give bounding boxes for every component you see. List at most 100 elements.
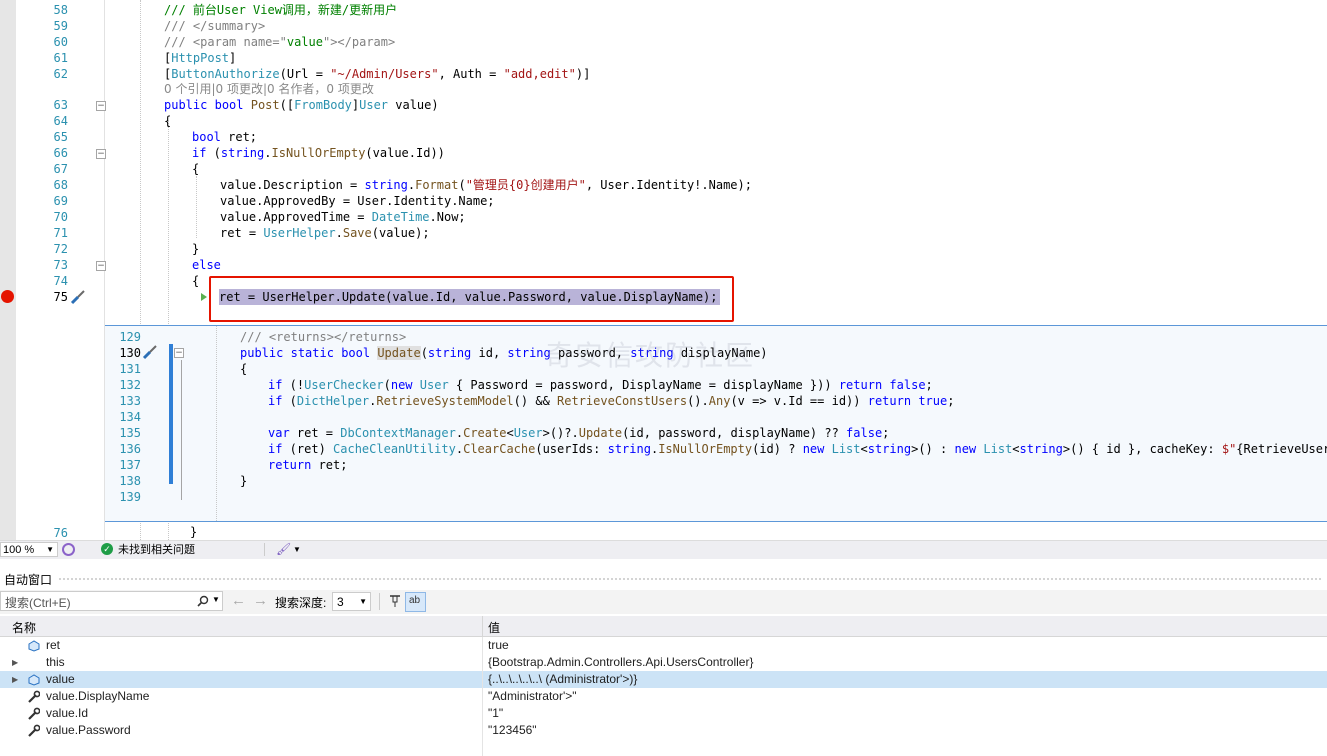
collapse-icon[interactable]: − [174,348,184,358]
peek-line-number: 130 [119,346,141,360]
code-line[interactable]: } [190,524,197,540]
expand-arrow-icon[interactable]: ▶ [12,671,18,688]
peek-definition[interactable]: 129 130 131 132 133 134 135 136 137 138 … [105,325,1327,522]
line-number: 66 [53,146,68,160]
variable-value[interactable]: "Administrator'>" [488,688,577,705]
code-line[interactable]: return ret; [268,457,347,473]
code-editor[interactable]: 58 59 60 61 62 63 64 65 66 67 68 69 70 7… [0,0,1327,540]
fold-guide [181,360,182,500]
code-line[interactable]: /// </summary> [164,18,265,34]
autos-title: 自动窗口 [4,573,53,587]
line-number: 58 [53,3,68,17]
play-arrow-icon [201,293,207,301]
code-line[interactable]: var ret = DbContextManager.Create<User>(… [268,425,889,441]
collapse-icon[interactable]: − [96,261,106,271]
brush-icon[interactable] [69,289,87,305]
depth-dropdown[interactable]: 3 ▼ [332,592,371,611]
code-line[interactable]: { [192,161,199,177]
code-line[interactable]: value.Description = string.Format("管理员{0… [220,177,752,193]
chevron-down-icon: ▼ [359,597,367,606]
code-line[interactable]: /// 前台User View调用，新建/更新用户 [164,2,397,18]
code-line[interactable]: bool ret; [192,129,257,145]
code-line[interactable]: { [164,113,171,129]
autos-row-selected[interactable]: ▶ value {..\..\..\..\..\ (Administrator'… [0,671,1327,688]
code-line[interactable]: value.ApprovedBy = User.Identity.Name; [220,193,495,209]
expand-arrow-icon[interactable]: ▶ [12,654,18,671]
red-highlight-box [209,276,734,322]
pin-icon[interactable] [387,593,403,609]
intellicode-icon[interactable] [62,543,75,556]
column-header-value[interactable]: 值 [488,619,500,636]
code-line[interactable]: [HttpPost] [164,50,236,66]
variable-value[interactable]: true [488,637,509,654]
autos-row[interactable]: value.Id "1" [0,705,1327,722]
column-divider[interactable] [482,616,483,636]
code-line[interactable]: /// <param name="value"></param> [164,34,395,50]
line-number: 61 [53,51,68,65]
code-line[interactable]: if (!UserChecker(new User { Password = p… [268,377,933,393]
code-line[interactable]: { [192,273,199,289]
variable-name: value.Id [46,706,89,720]
breakpoint-icon[interactable] [1,290,14,303]
field-icon [28,674,40,686]
zoom-dropdown[interactable]: 100 % ▼ [0,542,58,557]
editor-status-bar: 100 % ▼ ✓ 未找到相关问题 🖌 ▼ [0,540,1327,559]
indent-guide [196,176,197,238]
hex-icon: ab [409,595,421,606]
code-line[interactable]: { [240,361,247,377]
variable-name: ret [46,638,61,652]
back-arrow-icon[interactable]: ← [231,592,246,609]
variable-value[interactable]: "1" [488,705,503,722]
peek-line-number: 129 [119,330,141,344]
code-line[interactable]: value.ApprovedTime = DateTime.Now; [220,209,466,225]
search-input[interactable]: 搜索(Ctrl+E) [5,594,71,611]
autos-row[interactable]: ▶ this {Bootstrap.Admin.Controllers.Api.… [0,654,1327,671]
forward-arrow-icon[interactable]: → [253,592,268,609]
brush-icon[interactable]: 🖌 [276,541,291,557]
brush-icon[interactable] [141,344,159,360]
peek-line-number: 137 [119,458,141,472]
code-line[interactable]: /// <returns></returns> [240,329,406,345]
code-line[interactable]: else [192,257,221,273]
autos-row[interactable]: ret true [0,637,1327,654]
line-number: 76 [53,526,68,540]
hex-toggle[interactable]: ab [405,592,426,612]
field-icon [28,640,40,652]
code-line[interactable]: public bool Post([FromBody]User value) [164,97,439,113]
check-icon: ✓ [101,543,113,555]
line-number: 73 [53,258,68,272]
code-line[interactable]: if (ret) CacheCleanUtility.ClearCache(us… [268,441,1327,457]
line-number: 71 [53,226,68,240]
divider [379,593,380,610]
variable-value[interactable]: {Bootstrap.Admin.Controllers.Api.UsersCo… [488,654,753,671]
search-box[interactable]: 搜索(Ctrl+E) ▼ [0,591,223,611]
autos-row[interactable]: value.DisplayName "Administrator'>" [0,688,1327,705]
line-number: 59 [53,19,68,33]
variable-value[interactable]: "123456" [488,722,537,739]
chevron-down-icon[interactable]: ▼ [212,595,220,604]
line-number: 72 [53,242,68,256]
variable-name: value.Password [46,723,131,737]
collapse-icon[interactable]: − [96,149,106,159]
codelens[interactable]: 0 个引用|0 项更改|0 名作者，0 项更改 [164,81,374,97]
issues-status[interactable]: 未找到相关问题 [118,542,195,558]
code-line[interactable]: ret = UserHelper.Save(value); [220,225,430,241]
code-line[interactable]: [ButtonAuthorize(Url = "~/Admin/Users", … [164,66,590,82]
wrench-icon [28,690,40,703]
code-line[interactable]: } [240,473,247,489]
chevron-down-icon[interactable]: ▼ [293,542,301,558]
variable-value[interactable]: {..\..\..\..\..\ (Administrator'>)} [488,671,637,688]
autos-window-title-bar[interactable]: 自动窗口 [0,568,1327,588]
code-line[interactable]: if (DictHelper.RetrieveSystemModel() && … [268,393,954,409]
peek-line-number: 134 [119,410,141,424]
collapse-icon[interactable]: − [96,101,106,111]
depth-value: 3 [337,595,344,609]
column-header-name[interactable]: 名称 [12,619,36,636]
code-line[interactable]: } [192,241,199,257]
autos-row[interactable]: value.Password "123456" [0,722,1327,739]
line-number: 69 [53,194,68,208]
search-icon[interactable] [197,595,209,607]
drag-handle[interactable] [58,577,1323,581]
code-line[interactable]: if (string.IsNullOrEmpty(value.Id)) [192,145,445,161]
variable-name: this [46,655,65,669]
